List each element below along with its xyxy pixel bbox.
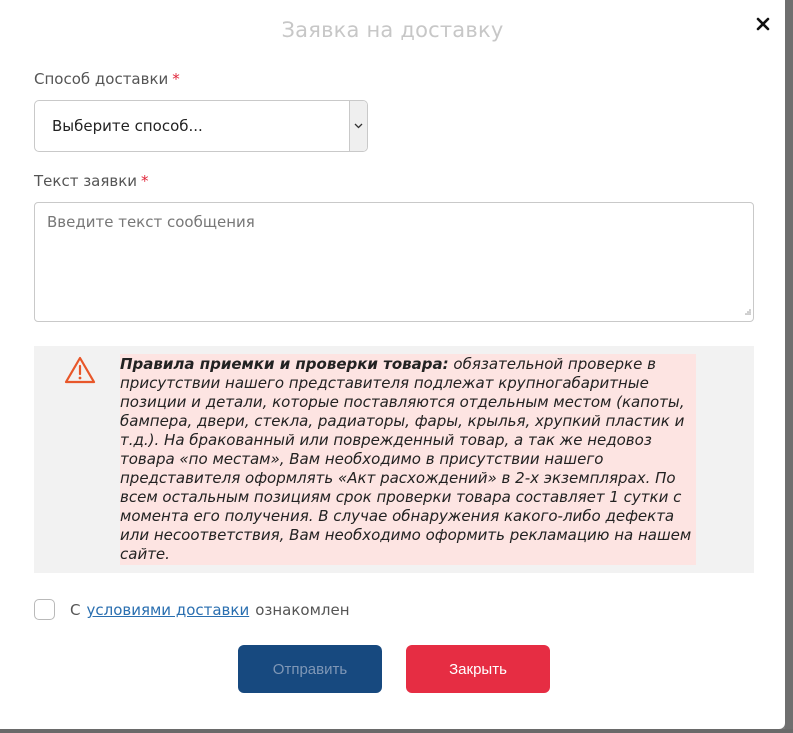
- close-button[interactable]: Закрыть: [406, 645, 550, 693]
- request-text-placeholder: Введите текст сообщения: [47, 213, 255, 231]
- notice-body: обязательной проверке в присутствии наше…: [120, 355, 692, 563]
- request-text-input[interactable]: Введите текст сообщения: [34, 202, 754, 322]
- notice-text: Правила приемки и проверки товара: обяза…: [120, 354, 696, 565]
- backdrop-bottom: [0, 729, 793, 733]
- request-text-label: Текст заявки *: [34, 172, 149, 190]
- required-mark: *: [172, 70, 180, 88]
- agreement-text: Сусловиями доставки ознакомлен: [70, 601, 350, 619]
- delivery-request-modal: Заявка на доставку Способ доставки * Выбе…: [0, 0, 785, 729]
- acceptance-rules-notice: Правила приемки и проверки товара: обяза…: [34, 346, 754, 573]
- delivery-method-label: Способ доставки *: [34, 70, 180, 88]
- close-icon[interactable]: [752, 13, 774, 35]
- required-mark: *: [141, 172, 149, 190]
- backdrop-edge: [785, 0, 793, 733]
- send-button[interactable]: Отправить: [238, 645, 382, 693]
- modal-title: Заявка на доставку: [281, 18, 504, 42]
- request-text-label-text: Текст заявки: [34, 172, 138, 190]
- delivery-terms-link[interactable]: условиями доставки: [86, 601, 249, 619]
- resize-grip-icon[interactable]: [743, 300, 751, 319]
- delivery-method-value: Выберите способ...: [52, 117, 203, 135]
- agreement-suffix: ознакомлен: [255, 601, 350, 619]
- warning-icon: [64, 356, 96, 388]
- delivery-method-select[interactable]: Выберите способ...: [34, 100, 368, 152]
- delivery-method-label-text: Способ доставки: [34, 70, 169, 88]
- chevron-down-icon[interactable]: [349, 101, 367, 151]
- agreement-prefix: С: [70, 601, 81, 619]
- notice-heading: Правила приемки и проверки товара:: [120, 355, 449, 373]
- agree-checkbox[interactable]: [34, 599, 55, 620]
